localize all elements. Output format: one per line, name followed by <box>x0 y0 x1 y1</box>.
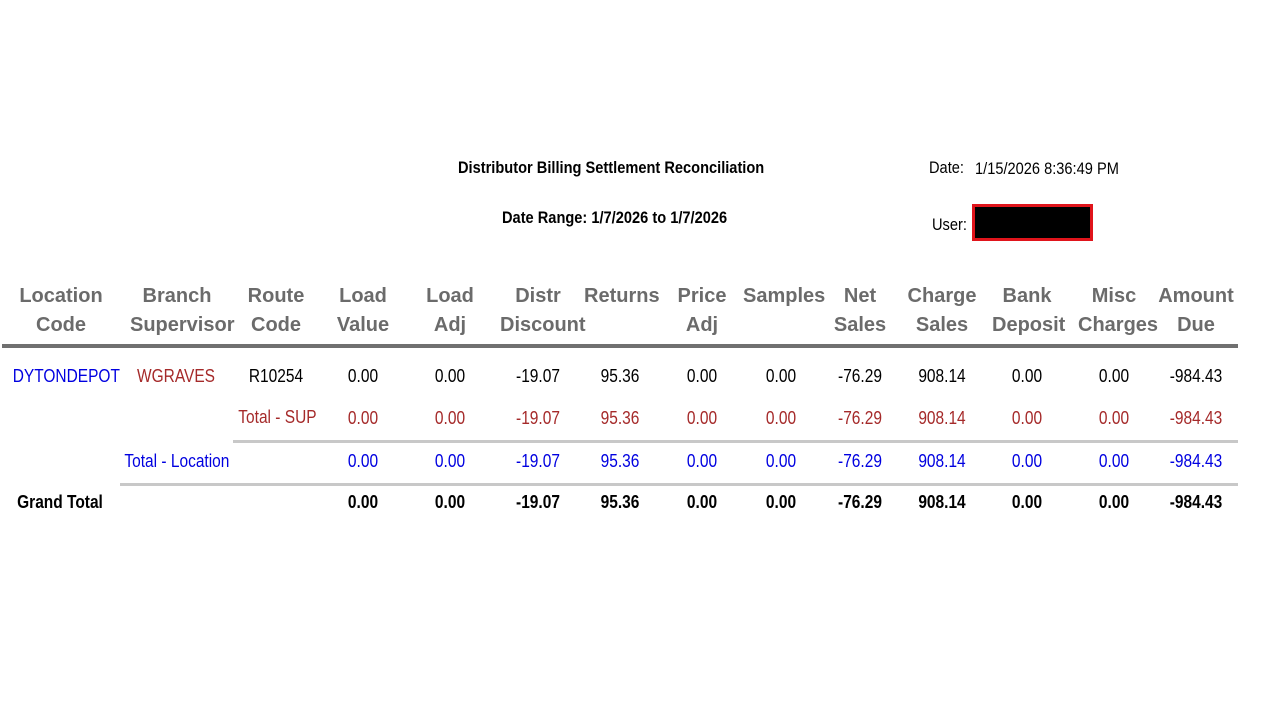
date-value: 1/15/2026 8:36:49 PM <box>975 159 1119 178</box>
grand-total-label: Grand Total <box>17 492 103 512</box>
right-edge-strip <box>1262 0 1280 720</box>
cell-net-sales: -76.29 <box>838 408 882 428</box>
cell-route-code: R10254 <box>248 366 304 386</box>
cell-returns: 95.36 <box>600 408 640 428</box>
cell-load-value: 0.00 <box>347 408 379 428</box>
cell-load-value: 0.00 <box>347 451 379 471</box>
cell-net-sales: -76.29 <box>838 492 882 512</box>
cell-bank-deposit: 0.00 <box>1011 366 1043 386</box>
cell-amount-due: -984.43 <box>1169 451 1223 471</box>
column-header-load-value: Load Value <box>336 285 390 336</box>
cell-samples: 0.00 <box>765 492 797 512</box>
column-header-branch-supervisor: Branch Supervisor <box>130 285 235 336</box>
total-location-separator <box>120 483 1238 486</box>
cell-returns: 95.36 <box>600 451 640 471</box>
total-sup-separator <box>233 440 1238 443</box>
cell-location-code[interactable]: DYTONDEPOT <box>13 366 120 387</box>
cell-bank-deposit: 0.00 <box>1011 451 1043 471</box>
cell-misc-charges: 0.00 <box>1098 492 1130 512</box>
cell-charge-sales: 908.14 <box>918 492 966 512</box>
cell-samples: 0.00 <box>765 408 797 428</box>
cell-samples: 0.00 <box>765 451 797 471</box>
cell-amount-due: -984.43 <box>1169 408 1223 428</box>
column-header-charge-sales: Charge Sales <box>907 285 977 336</box>
cell-returns: 95.36 <box>600 366 640 386</box>
cell-amount-due: -984.43 <box>1169 492 1223 512</box>
cell-bank-deposit: 0.00 <box>1011 492 1043 512</box>
cell-distr-discount: -19.07 <box>516 408 560 428</box>
cell-load-adj: 0.00 <box>434 492 466 512</box>
cell-samples: 0.00 <box>765 366 797 386</box>
cell-misc-charges: 0.00 <box>1098 366 1130 386</box>
report-title: Distributor Billing Settlement Reconcili… <box>458 158 765 177</box>
cell-bank-deposit: 0.00 <box>1011 408 1043 428</box>
cell-price-adj: 0.00 <box>686 492 718 512</box>
cell-net-sales: -76.29 <box>838 451 882 471</box>
column-header-price-adj: Price Adj <box>677 285 727 336</box>
header-separator <box>2 344 1238 348</box>
cell-price-adj: 0.00 <box>686 451 718 471</box>
cell-net-sales: -76.29 <box>838 366 882 386</box>
cell-distr-discount: -19.07 <box>516 492 560 512</box>
column-header-samples: Samples <box>743 285 826 307</box>
date-label: Date: <box>929 158 964 177</box>
cell-misc-charges: 0.00 <box>1098 451 1130 471</box>
top-blank-area <box>0 0 1280 135</box>
column-header-distr-discount: Distr Discount <box>500 285 586 336</box>
user-label: User: <box>932 215 967 234</box>
cell-distr-discount: -19.07 <box>516 366 560 386</box>
total-sup-label: Total - SUP <box>238 407 317 427</box>
user-value-redacted <box>972 204 1093 241</box>
column-header-location-code: Location Code <box>19 285 103 336</box>
column-header-returns: Returns <box>584 285 660 307</box>
cell-charge-sales: 908.14 <box>918 366 966 386</box>
column-header-misc-charges: Misc Charges <box>1078 285 1159 336</box>
cell-load-adj: 0.00 <box>434 408 466 428</box>
cell-amount-due: -984.43 <box>1169 366 1223 386</box>
cell-distr-discount: -19.07 <box>516 451 560 471</box>
report-page: Distributor Billing Settlement Reconcili… <box>0 135 1262 720</box>
column-header-amount-due: Amount Due <box>1158 285 1234 336</box>
column-header-load-adj: Load Adj <box>426 285 474 336</box>
cell-branch-supervisor: WGRAVES <box>137 366 215 386</box>
cell-load-adj: 0.00 <box>434 451 466 471</box>
report-date-range: Date Range: 1/7/2026 to 1/7/2026 <box>502 208 728 227</box>
cell-price-adj: 0.00 <box>686 366 718 386</box>
cell-misc-charges: 0.00 <box>1098 408 1130 428</box>
cell-charge-sales: 908.14 <box>918 408 966 428</box>
cell-load-value: 0.00 <box>347 492 379 512</box>
total-location-label: Total - Location <box>124 451 230 471</box>
column-header-bank-deposit: Bank Deposit <box>992 285 1066 336</box>
cell-charge-sales: 908.14 <box>918 451 966 471</box>
cell-load-adj: 0.00 <box>434 366 466 386</box>
cell-price-adj: 0.00 <box>686 408 718 428</box>
cell-returns: 95.36 <box>600 492 640 512</box>
column-header-net-sales: Net Sales <box>833 285 887 336</box>
column-header-route-code: Route Code <box>247 285 305 336</box>
cell-load-value: 0.00 <box>347 366 379 386</box>
